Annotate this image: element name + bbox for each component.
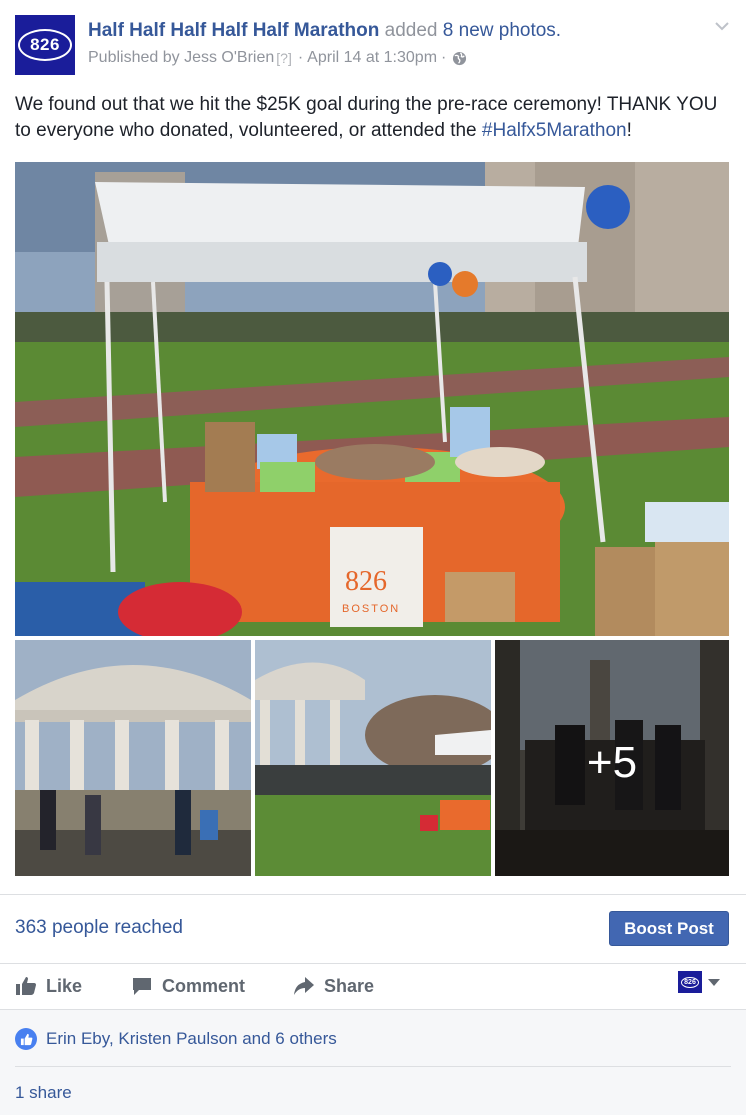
- comment-label: Comment: [162, 975, 246, 996]
- post-timestamp[interactable]: April 14 at 1:30pm: [307, 49, 437, 67]
- page-avatar[interactable]: 826: [15, 15, 75, 75]
- post-message: We found out that we hit the $25K goal d…: [15, 92, 731, 144]
- thumbs-up-icon: [16, 977, 36, 995]
- post-header: 826 Half Half Half Half Half Marathon ad…: [0, 0, 746, 90]
- like-button[interactable]: Like: [15, 963, 82, 1009]
- post-text-end: !: [626, 120, 632, 141]
- meta-separator: ·: [441, 49, 447, 66]
- divider: [0, 1009, 746, 1010]
- action-bar: Like Comment Share: [0, 963, 746, 1009]
- meta-separator: ·: [297, 49, 304, 66]
- reach-count[interactable]: 363 people reached: [15, 917, 183, 939]
- likes-summary[interactable]: Erin Eby, Kristen Paulson and 6 others: [15, 1028, 337, 1050]
- divider: [0, 894, 746, 895]
- mini-avatar-label: 826: [681, 976, 699, 988]
- photo-thumb-1[interactable]: [15, 640, 251, 876]
- like-reaction-icon: [15, 1028, 37, 1050]
- avatar-label: 826: [30, 35, 60, 54]
- like-label: Like: [46, 975, 83, 996]
- share-label: Share: [324, 975, 375, 996]
- photo-thumb-3[interactable]: +5: [495, 640, 729, 876]
- page-name-link[interactable]: Half Half Half Half Half Marathon: [88, 20, 379, 41]
- chevron-down-icon[interactable]: [714, 18, 730, 34]
- post-meta: Published by Jess O'Brien [?] · April 14…: [88, 49, 467, 67]
- divider: [15, 1066, 731, 1067]
- share-button[interactable]: Share: [293, 963, 374, 1009]
- comment-button[interactable]: Comment: [131, 963, 245, 1009]
- photo-thumb-2[interactable]: [255, 640, 491, 876]
- likes-names[interactable]: Erin Eby, Kristen Paulson and 6 others: [46, 1029, 337, 1049]
- share-count[interactable]: 1 share: [15, 1083, 72, 1103]
- help-mark[interactable]: [?]: [276, 50, 292, 66]
- banner-boston-text: BOSTON: [342, 603, 400, 615]
- post-as-avatar[interactable]: 826: [678, 971, 702, 993]
- published-by[interactable]: Published by Jess O'Brien: [88, 49, 274, 67]
- caret-down-icon[interactable]: [708, 979, 720, 986]
- hashtag-link[interactable]: #Halfx5Marathon: [482, 120, 627, 141]
- banner-826-text: 826: [345, 566, 387, 597]
- new-photos-link[interactable]: 8 new photos.: [443, 20, 561, 41]
- boost-post-button[interactable]: Boost Post: [609, 911, 729, 946]
- post-title-line: Half Half Half Half Half Marathon added …: [88, 20, 561, 42]
- post-action-text: added: [384, 20, 438, 41]
- globe-icon[interactable]: [452, 51, 467, 66]
- share-arrow-icon: [294, 977, 314, 995]
- photo-main[interactable]: 826 BOSTON: [15, 162, 729, 636]
- comment-icon: [133, 978, 151, 995]
- reactions-section: [0, 1010, 746, 1115]
- more-photos-overlay[interactable]: +5: [495, 640, 729, 876]
